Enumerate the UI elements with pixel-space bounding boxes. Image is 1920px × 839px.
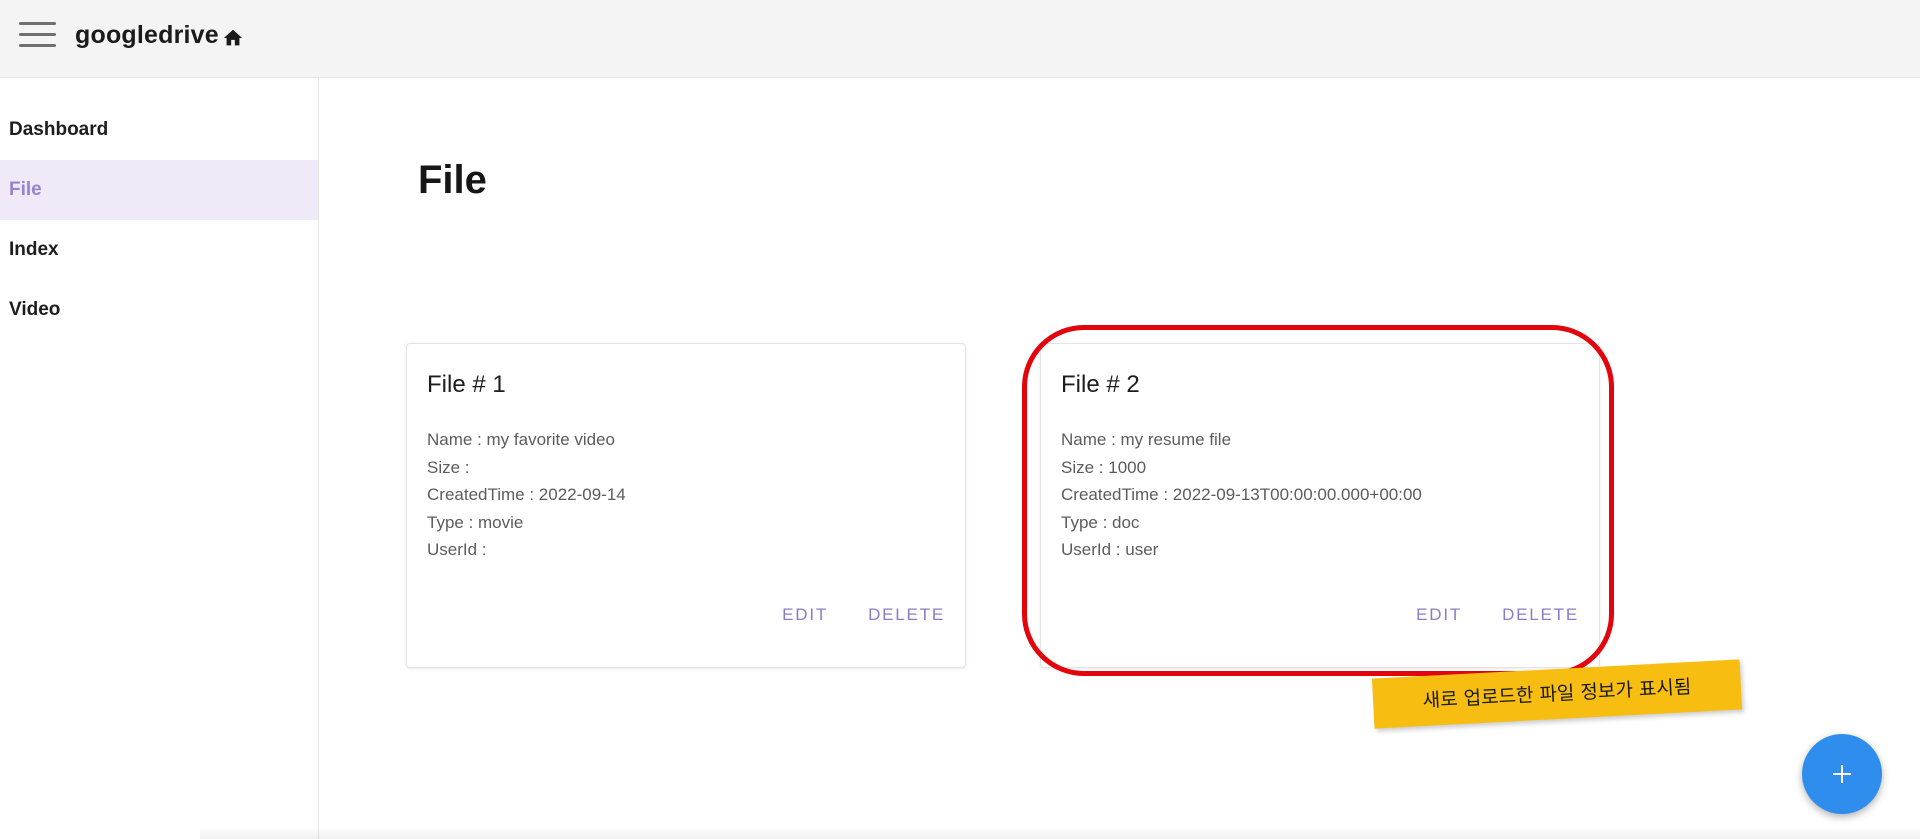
- sidebar-item-dashboard[interactable]: Dashboard: [0, 100, 318, 160]
- field-type: Type : doc: [1061, 512, 1140, 532]
- edit-button[interactable]: EDIT: [782, 605, 828, 625]
- field-created-time: CreatedTime : 2022-09-13T00:00:00.000+00…: [1061, 485, 1422, 504]
- card-actions: EDIT DELETE: [742, 605, 945, 625]
- field-name: Name : my favorite video: [427, 430, 616, 449]
- field-user-id: UserId : user: [1061, 540, 1159, 559]
- add-button[interactable]: [1802, 734, 1882, 814]
- app-bar: googledrive: [0, 0, 1920, 78]
- field-size: Size :: [427, 457, 470, 477]
- file-card: File # 1 Name : my favorite video Size :…: [406, 343, 966, 668]
- bottom-shadow: [200, 826, 1920, 839]
- sidebar: Dashboard File Index Video: [0, 78, 319, 839]
- annotation-note: 새로 업로드한 파일 정보가 표시됨: [1371, 659, 1743, 729]
- card-title: File # 1: [427, 371, 506, 398]
- card-fields: Name : my resume file Size : 1000 Create…: [1061, 426, 1422, 564]
- delete-button[interactable]: DELETE: [1502, 605, 1579, 625]
- file-card: File # 2 Name : my resume file Size : 10…: [1040, 343, 1600, 668]
- card-title: File # 2: [1061, 371, 1140, 398]
- card-fields: Name : my favorite video Size : CreatedT…: [427, 426, 626, 564]
- field-created-time: CreatedTime : 2022-09-14: [427, 485, 626, 504]
- field-type: Type : movie: [427, 512, 524, 532]
- edit-button[interactable]: EDIT: [1416, 605, 1462, 625]
- card-actions: EDIT DELETE: [1376, 605, 1579, 625]
- sidebar-item-file[interactable]: File: [0, 160, 318, 220]
- delete-button[interactable]: DELETE: [868, 605, 945, 625]
- field-user-id: UserId :: [427, 540, 487, 559]
- sidebar-item-video[interactable]: Video: [0, 280, 318, 340]
- page-title: File: [418, 158, 487, 202]
- hamburger-menu-icon[interactable]: [19, 22, 56, 48]
- app-title: googledrive: [75, 21, 219, 49]
- field-name: Name : my resume file: [1061, 430, 1232, 449]
- field-size: Size : 1000: [1061, 457, 1147, 477]
- sidebar-item-index[interactable]: Index: [0, 220, 318, 280]
- home-icon[interactable]: [222, 27, 244, 49]
